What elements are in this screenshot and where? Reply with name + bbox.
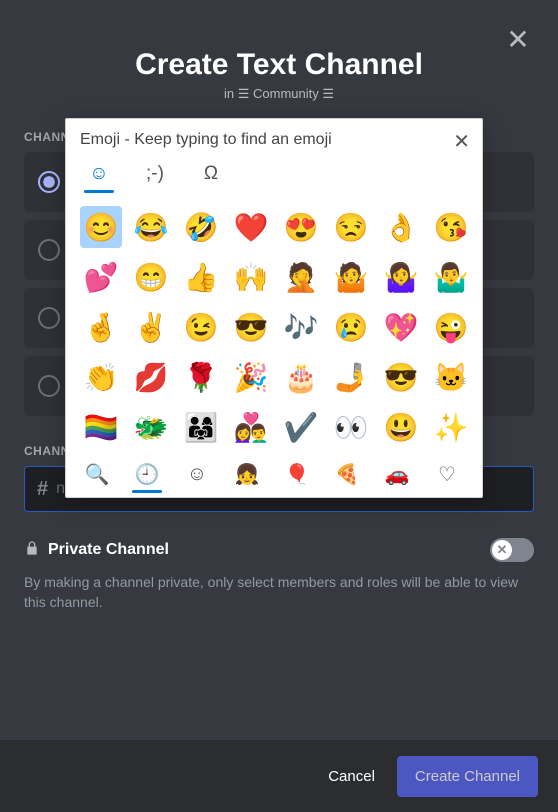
emoji-item[interactable]: 👏 <box>80 356 122 398</box>
emoji-item[interactable]: 😎 <box>230 306 272 348</box>
private-toggle[interactable]: ✕ <box>490 538 534 562</box>
emoji-cat-search-icon[interactable]: 🔍 <box>84 462 110 487</box>
emoji-item[interactable]: 😉 <box>180 306 222 348</box>
emoji-item[interactable]: 🙌 <box>230 256 272 298</box>
emoji-item[interactable]: 🤳 <box>330 356 372 398</box>
modal-title: Create Text Channel <box>24 48 534 82</box>
emoji-item[interactable]: 👌 <box>380 206 422 248</box>
emoji-item[interactable]: 🐱 <box>430 356 472 398</box>
emoji-item[interactable]: 👀 <box>330 406 372 448</box>
emoji-picker-tabs: ☺ ;-) Ω <box>80 163 468 192</box>
emoji-item[interactable]: 🎶 <box>280 306 322 348</box>
emoji-item[interactable]: ✔️ <box>280 406 322 448</box>
emoji-picker: ✕ Emoji - Keep typing to find an emoji ☺… <box>65 118 483 498</box>
emoji-category-row: 🔍 🕘 ☺ 👧 🎈 🍕 🚗 ♡ <box>80 462 468 487</box>
emoji-item[interactable]: 💋 <box>130 356 172 398</box>
lock-icon <box>24 540 40 561</box>
kaomoji-tab[interactable]: ;-) <box>142 163 168 185</box>
emoji-cat-smileys-icon[interactable]: ☺ <box>184 463 210 486</box>
symbols-tab[interactable]: Ω <box>198 163 224 185</box>
emoji-item[interactable]: 🌹 <box>180 356 222 398</box>
emoji-item[interactable]: 😎 <box>380 356 422 398</box>
emoji-item[interactable]: 👍 <box>180 256 222 298</box>
emoji-item[interactable]: 🎉 <box>230 356 272 398</box>
emoji-item[interactable]: 🏳️‍🌈 <box>80 406 122 448</box>
emoji-picker-title: Emoji - Keep typing to find an emoji <box>80 131 468 149</box>
modal-subtitle: in ☰ Community ☰ <box>24 86 534 102</box>
emoji-item[interactable]: 🤷‍♂️ <box>430 256 472 298</box>
emoji-item[interactable]: 🎂 <box>280 356 322 398</box>
create-channel-button[interactable]: Create Channel <box>397 756 538 797</box>
emoji-item[interactable]: 💖 <box>380 306 422 348</box>
emoji-item[interactable]: 😂 <box>130 206 172 248</box>
emoji-item[interactable]: 💕 <box>80 256 122 298</box>
hash-icon: # <box>37 478 48 501</box>
emoji-item[interactable]: 🤦 <box>280 256 322 298</box>
emoji-item[interactable]: 😊 <box>80 206 122 248</box>
close-icon[interactable]: ✕ <box>506 28 530 52</box>
radio-icon <box>38 239 60 261</box>
emoji-item[interactable]: 😢 <box>330 306 372 348</box>
private-description: By making a channel private, only select… <box>24 572 524 613</box>
smiley-tab[interactable]: ☺ <box>86 163 112 185</box>
emoji-cat-people-icon[interactable]: 👧 <box>234 462 260 487</box>
modal-footer: Cancel Create Channel <box>0 740 558 812</box>
emoji-cat-symbols-cat-icon[interactable]: ♡ <box>434 462 460 487</box>
emoji-picker-close-icon[interactable]: ✕ <box>453 129 470 154</box>
emoji-item[interactable]: 🤷‍♀️ <box>380 256 422 298</box>
radio-icon <box>38 307 60 329</box>
emoji-item[interactable]: 🤣 <box>180 206 222 248</box>
emoji-cat-recent-icon[interactable]: 🕘 <box>134 462 160 487</box>
emoji-item[interactable]: 👨‍👩‍👧 <box>180 406 222 448</box>
emoji-item[interactable]: 😁 <box>130 256 172 298</box>
emoji-item[interactable]: 🤞 <box>80 306 122 348</box>
emoji-item[interactable]: 😃 <box>380 406 422 448</box>
emoji-item[interactable]: 😍 <box>280 206 322 248</box>
radio-selected-icon <box>38 171 60 193</box>
emoji-grid: 😊😂🤣❤️😍😒👌😘💕😁👍🙌🤦🤷🤷‍♀️🤷‍♂️🤞✌️😉😎🎶😢💖😜👏💋🌹🎉🎂🤳😎🐱… <box>80 206 468 448</box>
radio-icon <box>38 375 60 397</box>
toggle-knob-icon: ✕ <box>492 540 512 560</box>
emoji-item[interactable]: 🤷 <box>330 256 372 298</box>
emoji-cat-food-icon[interactable]: 🍕 <box>334 462 360 487</box>
emoji-item[interactable]: ❤️ <box>230 206 272 248</box>
cancel-button[interactable]: Cancel <box>328 768 375 785</box>
private-label: Private Channel <box>48 541 169 559</box>
private-row: Private Channel ✕ <box>24 538 534 562</box>
emoji-cat-activities-icon[interactable]: 🎈 <box>284 462 310 487</box>
emoji-item[interactable]: 😒 <box>330 206 372 248</box>
emoji-item[interactable]: 😜 <box>430 306 472 348</box>
emoji-item[interactable]: ✨ <box>430 406 472 448</box>
emoji-item[interactable]: 👩‍❤️‍👨 <box>230 406 272 448</box>
emoji-item[interactable]: 🐲 <box>130 406 172 448</box>
emoji-cat-travel-icon[interactable]: 🚗 <box>384 462 410 487</box>
emoji-item[interactable]: ✌️ <box>130 306 172 348</box>
emoji-item[interactable]: 😘 <box>430 206 472 248</box>
